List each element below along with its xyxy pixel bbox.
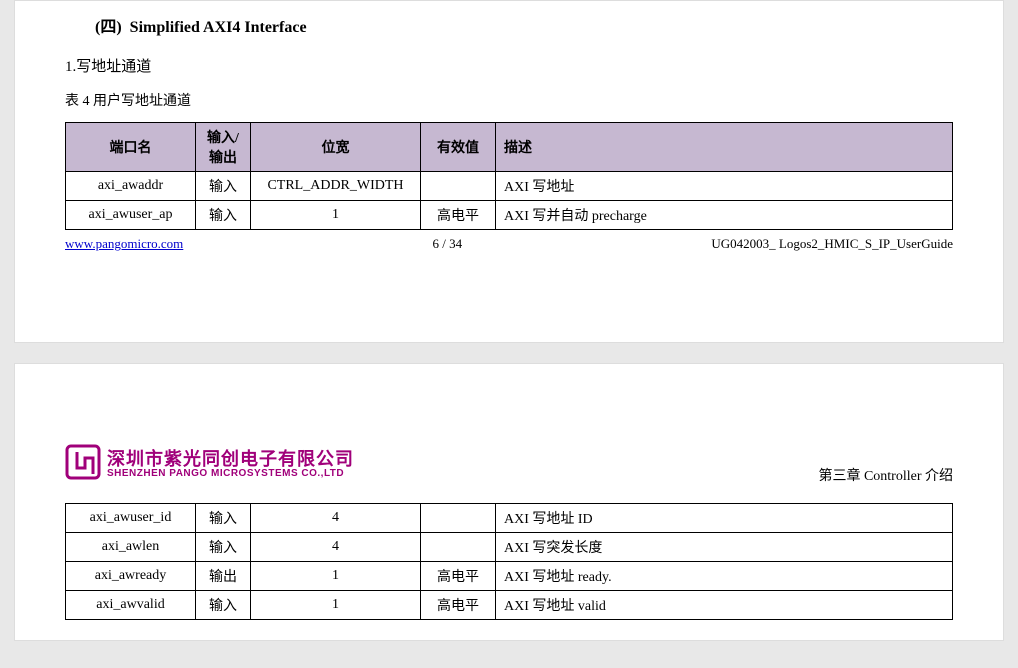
section-title: Simplified AXI4 Interface bbox=[130, 19, 307, 36]
cell-dir: 输入 bbox=[196, 172, 251, 201]
cell-port: axi_awready bbox=[66, 562, 196, 591]
page-footer: www.pangomicro.com 6 / 34 UG042003_ Logo… bbox=[65, 236, 953, 252]
page-2: 深圳市紫光同创电子有限公司 SHENZHEN PANGO MICROSYSTEM… bbox=[14, 363, 1004, 641]
cell-port: axi_awaddr bbox=[66, 172, 196, 201]
cell-port: axi_awuser_ap bbox=[66, 201, 196, 230]
footer-url-link[interactable]: www.pangomicro.com bbox=[65, 236, 183, 252]
table-row: axi_awready 输出 1 高电平 AXI 写地址 ready. bbox=[66, 562, 953, 591]
table-row: axi_awuser_id 输入 4 AXI 写地址 ID bbox=[66, 504, 953, 533]
cell-desc: AXI 写地址 bbox=[496, 172, 953, 201]
brand-text: 深圳市紫光同创电子有限公司 SHENZHEN PANGO MICROSYSTEM… bbox=[107, 450, 354, 479]
cell-width: 1 bbox=[251, 562, 421, 591]
chapter-label: 第三章 Controller 介绍 bbox=[818, 465, 953, 485]
brand-name-cn: 深圳市紫光同创电子有限公司 bbox=[107, 450, 354, 469]
cell-port: axi_awlen bbox=[66, 533, 196, 562]
col-dir: 输入/输出 bbox=[196, 123, 251, 172]
write-addr-channel-table: 端口名 输入/输出 位宽 有效值 描述 axi_awaddr 输入 CTRL_A… bbox=[65, 122, 953, 230]
table-row: axi_awaddr 输入 CTRL_ADDR_WIDTH AXI 写地址 bbox=[66, 172, 953, 201]
cell-desc: AXI 写突发长度 bbox=[496, 533, 953, 562]
table-row: axi_awlen 输入 4 AXI 写突发长度 bbox=[66, 533, 953, 562]
cell-width: 4 bbox=[251, 504, 421, 533]
col-valid: 有效值 bbox=[421, 123, 496, 172]
cell-desc: AXI 写地址 ID bbox=[496, 504, 953, 533]
cell-width: 1 bbox=[251, 591, 421, 620]
cell-dir: 输入 bbox=[196, 504, 251, 533]
page-1: (四) Simplified AXI4 Interface 1.写地址通道 表 … bbox=[14, 0, 1004, 343]
brand-name-en: SHENZHEN PANGO MICROSYSTEMS CO.,LTD bbox=[107, 469, 354, 480]
cell-desc: AXI 写地址 valid bbox=[496, 591, 953, 620]
cell-dir: 输入 bbox=[196, 533, 251, 562]
footer-pager: 6 / 34 bbox=[433, 236, 463, 252]
cell-valid bbox=[421, 533, 496, 562]
cell-dir: 输入 bbox=[196, 591, 251, 620]
logo-mark-icon bbox=[65, 444, 101, 485]
page-header: 深圳市紫光同创电子有限公司 SHENZHEN PANGO MICROSYSTEM… bbox=[65, 444, 953, 485]
table-header-row: 端口名 输入/输出 位宽 有效值 描述 bbox=[66, 123, 953, 172]
cell-valid: 高电平 bbox=[421, 201, 496, 230]
subsection-heading: 1.写地址通道 bbox=[65, 55, 953, 76]
col-desc: 描述 bbox=[496, 123, 953, 172]
section-number: (四) bbox=[95, 19, 122, 36]
cell-port: axi_awvalid bbox=[66, 591, 196, 620]
cell-width: 4 bbox=[251, 533, 421, 562]
write-addr-channel-table-cont: axi_awuser_id 输入 4 AXI 写地址 ID axi_awlen … bbox=[65, 503, 953, 620]
table-row: axi_awuser_ap 输入 1 高电平 AXI 写并自动 precharg… bbox=[66, 201, 953, 230]
footer-docid: UG042003_ Logos2_HMIC_S_IP_UserGuide bbox=[711, 236, 953, 252]
table-caption: 表 4 用户写地址通道 bbox=[65, 90, 953, 110]
col-width: 位宽 bbox=[251, 123, 421, 172]
col-port: 端口名 bbox=[66, 123, 196, 172]
cell-desc: AXI 写并自动 precharge bbox=[496, 201, 953, 230]
cell-width: 1 bbox=[251, 201, 421, 230]
section-heading: (四) Simplified AXI4 Interface bbox=[95, 13, 953, 37]
cell-dir: 输出 bbox=[196, 562, 251, 591]
cell-valid: 高电平 bbox=[421, 591, 496, 620]
cell-width: CTRL_ADDR_WIDTH bbox=[251, 172, 421, 201]
table-row: axi_awvalid 输入 1 高电平 AXI 写地址 valid bbox=[66, 591, 953, 620]
cell-dir: 输入 bbox=[196, 201, 251, 230]
cell-port: axi_awuser_id bbox=[66, 504, 196, 533]
cell-valid: 高电平 bbox=[421, 562, 496, 591]
cell-valid bbox=[421, 172, 496, 201]
cell-desc: AXI 写地址 ready. bbox=[496, 562, 953, 591]
cell-valid bbox=[421, 504, 496, 533]
brand-logo: 深圳市紫光同创电子有限公司 SHENZHEN PANGO MICROSYSTEM… bbox=[65, 444, 354, 485]
